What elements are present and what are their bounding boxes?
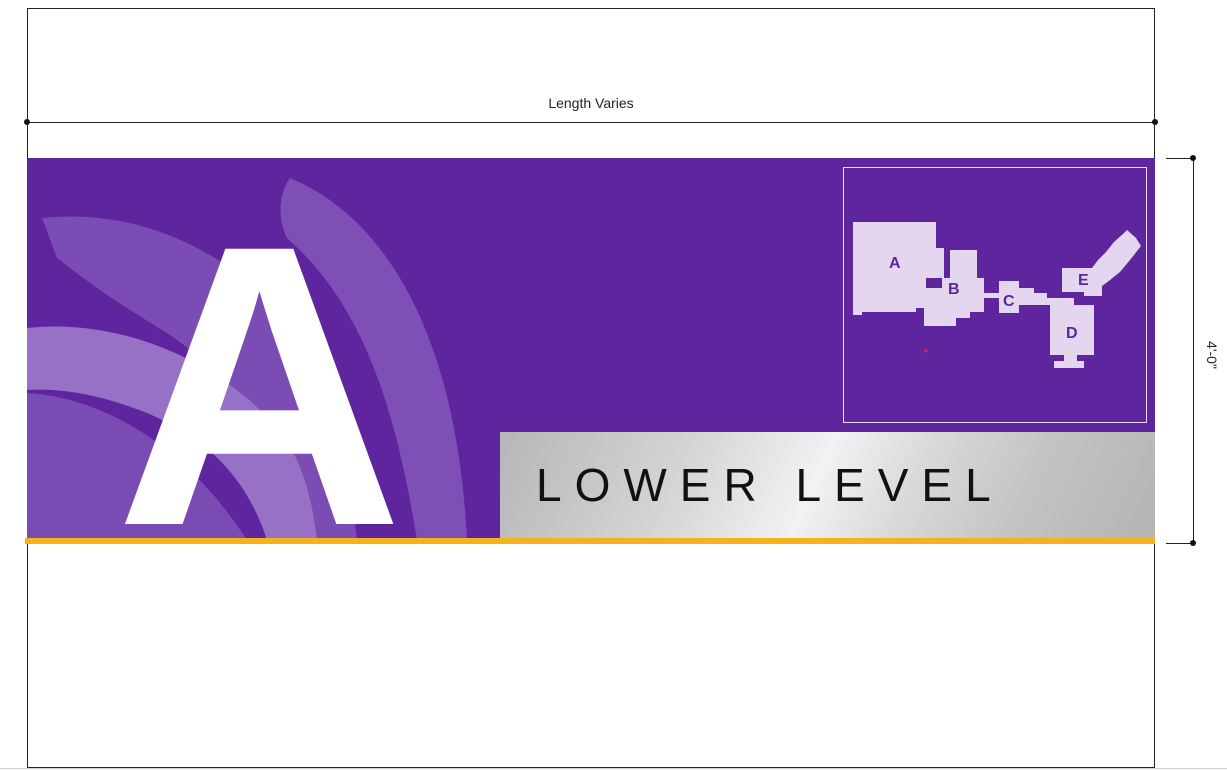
map-label-b: B bbox=[948, 281, 960, 298]
width-dimension-endpoint-left bbox=[24, 119, 30, 125]
height-dimension-endpoint-bottom bbox=[1190, 540, 1196, 546]
map-connector-bc bbox=[984, 293, 999, 298]
height-dimension-label: 4'-0" bbox=[1204, 341, 1220, 369]
map-label-c: C bbox=[1003, 293, 1015, 310]
you-are-here-marker bbox=[924, 349, 928, 353]
building-letter: A bbox=[115, 162, 404, 541]
height-dimension-line bbox=[1193, 158, 1194, 544]
bottom-rule bbox=[0, 768, 1227, 769]
height-dimension-endpoint-top bbox=[1190, 155, 1196, 161]
map-label-d: D bbox=[1066, 325, 1078, 342]
directional-sign-panel: A A B C D E LOWER LEVEL bbox=[27, 158, 1155, 540]
width-dimension-tick bbox=[1154, 118, 1155, 146]
width-dimension-label: Length Varies bbox=[548, 95, 634, 111]
map-building-e bbox=[1062, 230, 1141, 296]
map-floorplan: A B C D E bbox=[853, 222, 1141, 368]
width-dimension-endpoint-right bbox=[1152, 119, 1158, 125]
level-label-plate: LOWER LEVEL bbox=[500, 432, 1155, 540]
building-map: A B C D E bbox=[843, 167, 1147, 423]
width-dimension-line bbox=[27, 122, 1155, 123]
map-label-a: A bbox=[889, 255, 901, 272]
accent-bar bbox=[25, 538, 1155, 544]
map-label-e: E bbox=[1078, 272, 1089, 289]
map-connector-cd bbox=[1047, 298, 1074, 305]
level-label: LOWER LEVEL bbox=[536, 459, 1004, 511]
